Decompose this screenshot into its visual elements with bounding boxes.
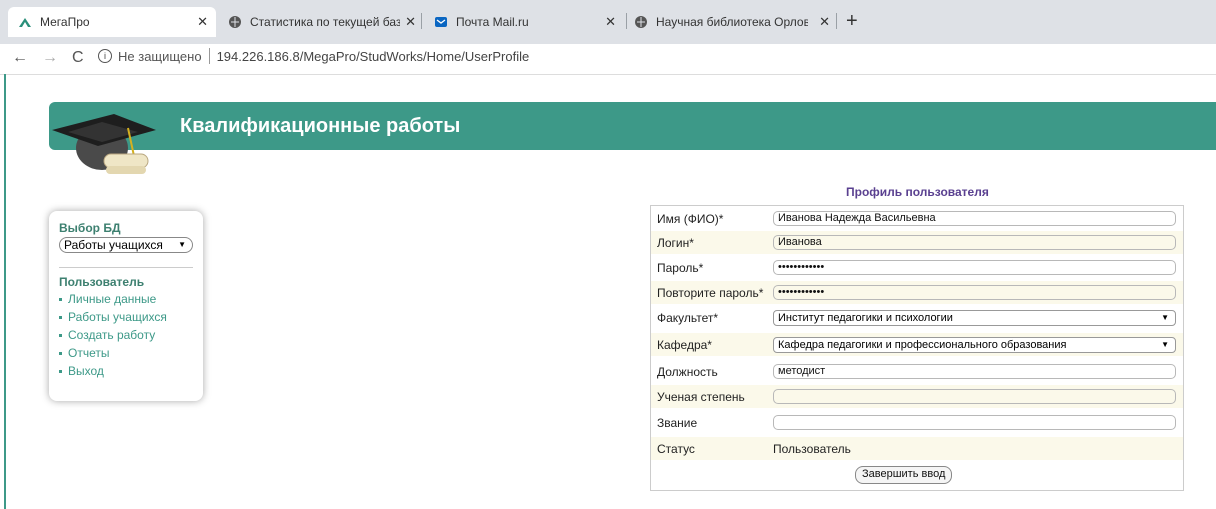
field-label: Имя (ФИО)* — [657, 212, 724, 226]
bullet-icon — [59, 352, 62, 356]
forward-arrow-icon[interactable]: → — [42, 49, 58, 67]
page-edge-line — [4, 74, 6, 509]
divider — [208, 48, 210, 64]
bullet-icon — [59, 298, 62, 302]
tab-statistics[interactable]: Статистика по текущей базе дан ✕ — [218, 7, 418, 37]
position-input[interactable]: методист — [773, 364, 1176, 379]
graduation-cap-icon — [52, 114, 156, 174]
mail-icon — [435, 17, 447, 27]
sidebar-item-label: Личные данные — [68, 292, 157, 306]
faculty-select[interactable]: Институт педагогики и психологии ▼ — [773, 310, 1176, 326]
row-password-repeat: Повторите пароль* •••••••••••• — [651, 281, 1183, 304]
login-input[interactable]: Иванова — [773, 235, 1176, 250]
url-text: 194.226.186.8/MegaPro/StudWorks/Home/Use… — [216, 48, 530, 64]
sidebar-item-create-work[interactable]: Создать работу — [59, 328, 155, 342]
field-label: Повторите пароль* — [657, 286, 764, 300]
tab-title: Статистика по текущей базе дан — [250, 15, 400, 29]
bullet-icon — [59, 370, 62, 374]
tab-title: Научная библиотека Орловского — [656, 15, 808, 29]
address-bar[interactable]: i Не защищено 194.226.186.8/MegaPro/Stud… — [98, 48, 529, 64]
row-login: Логин* Иванова — [651, 231, 1183, 254]
security-label: Не защищено — [118, 48, 202, 64]
status-value: Пользователь — [773, 442, 851, 456]
address-row: ← → C i Не защищено 194.226.186.8/MegaPr… — [0, 44, 1216, 75]
tab-title: Почта Mail.ru — [456, 15, 529, 29]
db-select-value: Работы учащихся — [64, 238, 163, 252]
field-label: Факультет* — [657, 311, 719, 325]
row-name: Имя (ФИО)* Иванова Надежда Васильевна — [651, 207, 1183, 230]
dropdown-arrow-icon: ▼ — [1161, 313, 1169, 322]
field-label: Ученая степень — [657, 390, 745, 404]
user-heading: Пользователь — [59, 275, 145, 289]
tab-title: МегаПро — [40, 15, 90, 29]
tab-separator — [421, 13, 422, 29]
rank-input[interactable] — [773, 415, 1176, 430]
field-label: Звание — [657, 416, 698, 430]
db-heading: Выбор БД — [59, 221, 121, 235]
sidebar-item-personal-data[interactable]: Личные данные — [59, 292, 156, 306]
dropdown-arrow-icon: ▼ — [178, 240, 186, 249]
page-title: Квалификационные работы — [180, 115, 461, 137]
new-tab-icon[interactable]: + — [846, 11, 858, 31]
reload-icon[interactable]: C — [72, 49, 84, 67]
name-input[interactable]: Иванова Надежда Васильевна — [773, 211, 1176, 226]
password-input[interactable]: •••••••••••• — [773, 260, 1176, 275]
sidebar-divider — [59, 267, 193, 268]
row-faculty: Факультет* Институт педагогики и психоло… — [651, 306, 1183, 329]
field-label: Логин* — [657, 236, 694, 250]
bullet-icon — [59, 316, 62, 320]
password-repeat-input[interactable]: •••••••••••• — [773, 285, 1176, 300]
profile-form: Имя (ФИО)* Иванова Надежда Васильевна Ло… — [650, 205, 1184, 491]
profile-title: Профиль пользователя — [846, 185, 989, 199]
submit-button[interactable]: Завершить ввод — [855, 466, 953, 484]
db-select[interactable]: Работы учащихся ▼ — [59, 237, 193, 253]
row-position: Должность методист — [651, 360, 1183, 383]
sidebar-item-label: Работы учащихся — [68, 310, 167, 324]
row-password: Пароль* •••••••••••• — [651, 256, 1183, 279]
bullet-icon — [59, 334, 62, 338]
row-status: Статус Пользователь — [651, 437, 1183, 460]
back-arrow-icon[interactable]: ← — [12, 49, 28, 67]
tab-mail[interactable]: Почта Mail.ru ✕ — [424, 7, 624, 37]
globe-icon — [635, 16, 647, 28]
tab-megapro[interactable]: МегаПро ✕ — [8, 7, 216, 37]
faculty-select-value: Институт педагогики и психологии — [778, 312, 953, 324]
department-select[interactable]: Кафедра педагогики и профессионального о… — [773, 337, 1176, 353]
sidebar-item-reports[interactable]: Отчеты — [59, 346, 109, 360]
megapro-logo-icon — [19, 18, 31, 27]
tab-library[interactable]: Научная библиотека Орловского ✕ — [624, 7, 834, 37]
sidebar-item-label: Создать работу — [68, 328, 156, 342]
row-degree: Ученая степень — [651, 385, 1183, 408]
dropdown-arrow-icon: ▼ — [1161, 340, 1169, 349]
sidebar-item-student-works[interactable]: Работы учащихся — [59, 310, 167, 324]
info-icon[interactable]: i — [98, 49, 112, 63]
degree-input[interactable] — [773, 389, 1176, 404]
field-label: Статус — [657, 442, 695, 456]
field-label: Кафедра* — [657, 338, 712, 352]
field-label: Должность — [657, 365, 718, 379]
sidebar-item-label: Выход — [68, 364, 104, 378]
close-tab-icon[interactable]: ✕ — [405, 14, 416, 30]
sidebar: Выбор БД Работы учащихся ▼ Пользователь … — [49, 211, 203, 401]
department-select-value: Кафедра педагогики и профессионального о… — [778, 339, 1067, 351]
close-tab-icon[interactable]: ✕ — [197, 14, 208, 30]
close-tab-icon[interactable]: ✕ — [819, 14, 830, 30]
row-department: Кафедра* Кафедра педагогики и профессион… — [651, 333, 1183, 356]
sidebar-item-logout[interactable]: Выход — [59, 364, 104, 378]
sidebar-item-label: Отчеты — [68, 346, 110, 360]
close-tab-icon[interactable]: ✕ — [605, 14, 616, 30]
field-label: Пароль* — [657, 261, 704, 275]
row-rank: Звание — [651, 411, 1183, 434]
tab-separator — [836, 13, 837, 29]
globe-icon — [229, 16, 241, 28]
